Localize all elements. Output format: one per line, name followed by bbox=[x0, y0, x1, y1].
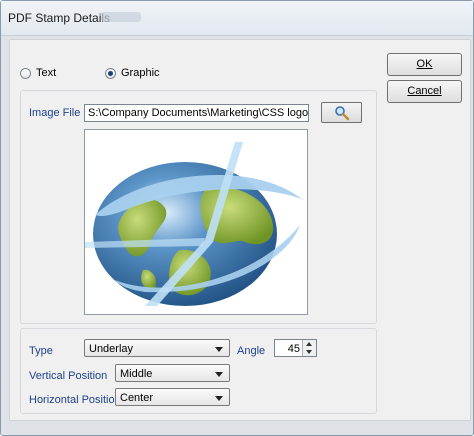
window-title: PDF Stamp Details bbox=[8, 11, 111, 25]
dialog-client: Text Graphic Image File S:\Company Docum… bbox=[9, 39, 471, 421]
radio-graphic-label: Graphic bbox=[121, 67, 160, 79]
radio-text[interactable]: Text bbox=[20, 67, 56, 79]
horizontal-position-label: Horizontal Position bbox=[29, 394, 121, 406]
radio-graphic[interactable]: Graphic bbox=[105, 67, 160, 79]
horizontal-position-select[interactable]: Center bbox=[115, 388, 230, 406]
cancel-button[interactable]: Cancel bbox=[387, 80, 462, 103]
type-label: Type bbox=[29, 345, 53, 357]
chevron-down-icon bbox=[215, 372, 223, 377]
radio-text-label: Text bbox=[36, 67, 57, 79]
chevron-down-icon bbox=[215, 396, 223, 401]
horizontal-position-value: Center bbox=[120, 392, 154, 404]
spin-up-icon[interactable] bbox=[306, 342, 312, 346]
radio-graphic-indicator[interactable] bbox=[105, 67, 116, 79]
magnifier-icon bbox=[334, 105, 349, 120]
spin-down-icon[interactable] bbox=[306, 350, 312, 354]
settings-group: Type Underlay Angle 45 Vertical Position… bbox=[20, 328, 377, 414]
image-file-input[interactable]: S:\Company Documents\Marketing\CSS logos… bbox=[84, 104, 309, 122]
browse-button[interactable] bbox=[321, 102, 362, 123]
angle-stepper-buttons[interactable] bbox=[302, 340, 316, 356]
radio-text-indicator[interactable] bbox=[20, 67, 31, 79]
vertical-position-label: Vertical Position bbox=[29, 370, 108, 382]
cancel-button-label: Cancel bbox=[407, 85, 442, 97]
type-select[interactable]: Underlay bbox=[84, 339, 230, 357]
vertical-position-value: Middle bbox=[120, 368, 153, 380]
title-blur bbox=[101, 12, 141, 22]
angle-label: Angle bbox=[237, 345, 266, 357]
image-group: Image File S:\Company Documents\Marketin… bbox=[20, 90, 377, 324]
ok-button[interactable]: OK bbox=[387, 53, 462, 76]
dialog-window: PDF Stamp Details Text Graphic Image Fil… bbox=[0, 0, 474, 436]
globe-image bbox=[85, 142, 303, 306]
image-file-label: Image File bbox=[29, 107, 81, 119]
image-preview bbox=[84, 129, 308, 315]
vertical-position-select[interactable]: Middle bbox=[115, 364, 230, 382]
chevron-down-icon bbox=[215, 347, 223, 352]
title-bar[interactable]: PDF Stamp Details bbox=[1, 1, 473, 36]
ok-button-label: OK bbox=[416, 58, 433, 70]
angle-value: 45 bbox=[287, 343, 300, 355]
type-select-value: Underlay bbox=[89, 343, 134, 355]
angle-stepper[interactable]: 45 bbox=[274, 339, 317, 357]
